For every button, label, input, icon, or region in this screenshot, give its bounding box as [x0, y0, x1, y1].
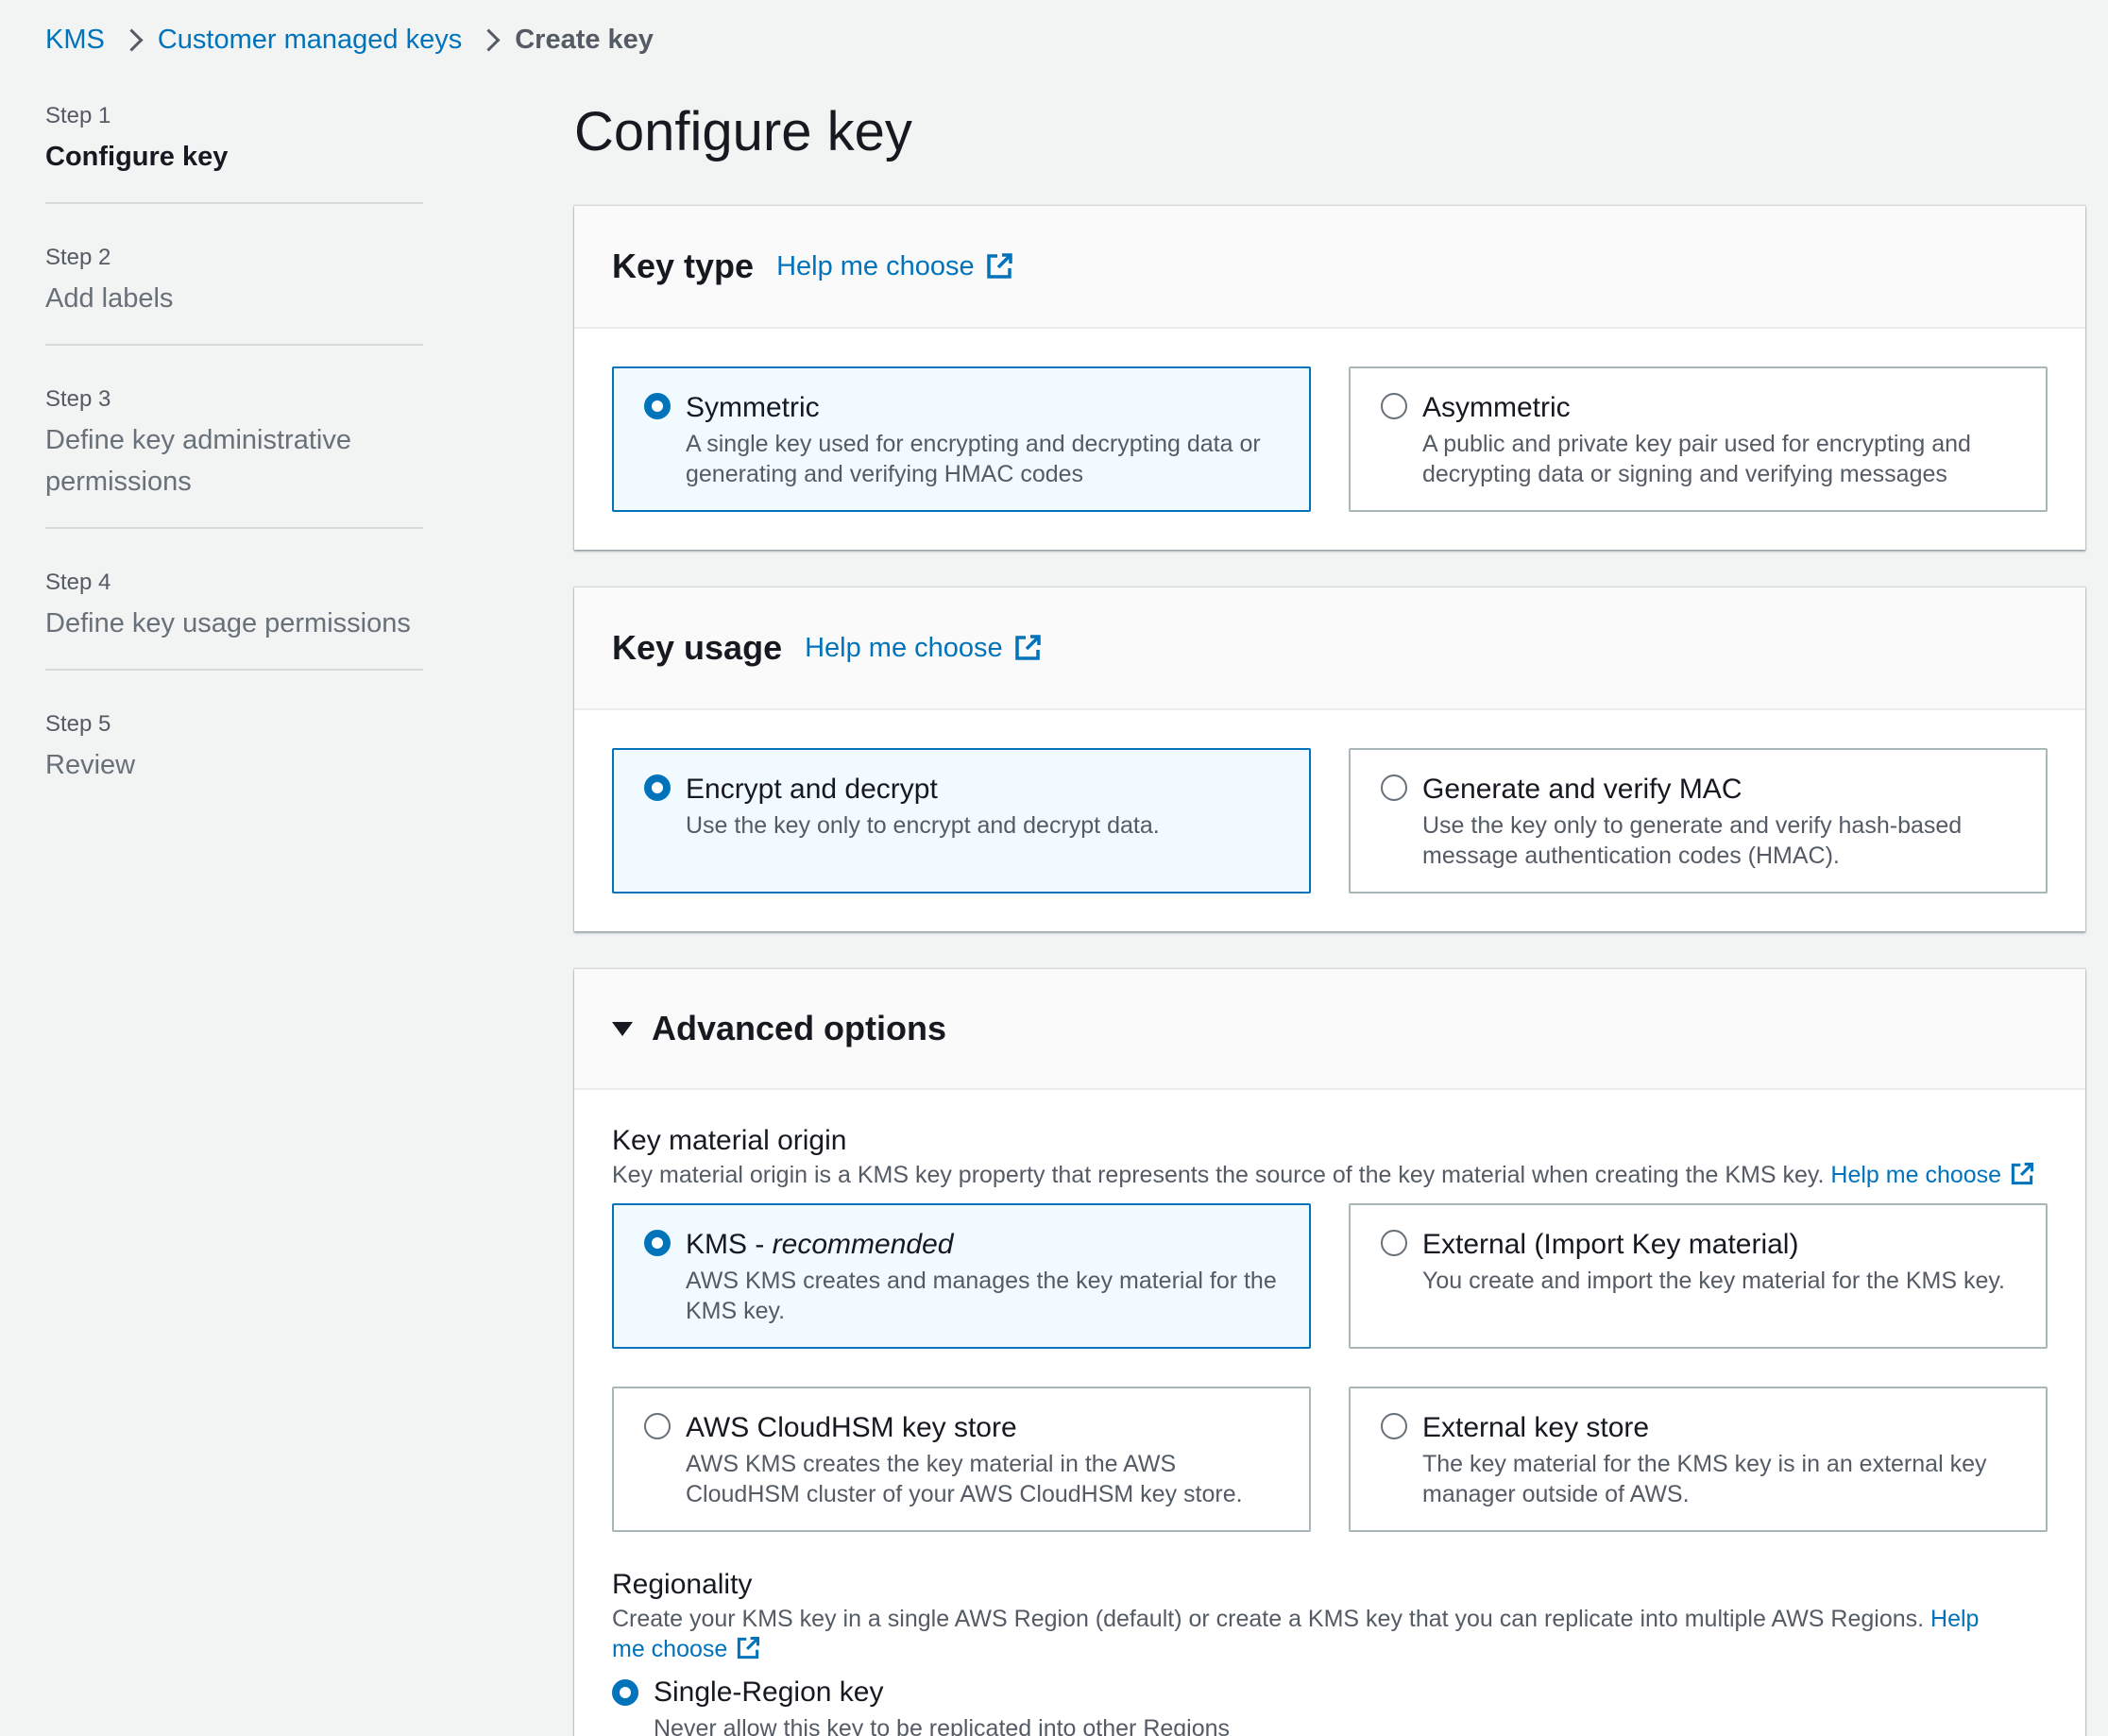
step-number: Step 4: [45, 570, 111, 595]
key-material-origin-description: Key material origin is a KMS key propert…: [612, 1160, 2048, 1190]
option-label: External (Import Key material): [1422, 1229, 1799, 1260]
key-type-asymmetric-tile[interactable]: Asymmetric A public and private key pair…: [1349, 366, 2048, 512]
advanced-options-title[interactable]: Advanced options: [652, 1009, 946, 1048]
caret-down-icon[interactable]: [612, 1021, 633, 1036]
option-label-main: KMS -: [686, 1229, 773, 1260]
option-description: A public and private key pair used for e…: [1422, 431, 1971, 487]
external-link-icon: [2011, 1162, 2034, 1185]
step-number: Step 2: [45, 245, 111, 270]
breadcrumb-kms[interactable]: KMS: [45, 21, 105, 59]
help-link-label: Help me choose: [776, 250, 975, 281]
radio-unchecked-icon[interactable]: [1381, 393, 1407, 419]
help-link-label: Help me choose: [805, 632, 1003, 663]
chevron-right-icon: [105, 21, 158, 59]
radio-unchecked-icon[interactable]: [1381, 1413, 1407, 1439]
key-material-origin-field: Key material origin Key material origin …: [574, 1090, 2085, 1190]
key-usage-title: Key usage: [612, 628, 783, 667]
key-usage-encrypt-decrypt-tile[interactable]: Encrypt and decrypt Use the key only to …: [612, 748, 1311, 894]
regionality-field: Regionality Create your KMS key in a sin…: [574, 1532, 2085, 1736]
create-key-page: KMS Customer managed keys Create key Ste…: [0, 0, 2108, 1736]
chevron-right-icon: [462, 21, 515, 59]
key-material-origin-label: Key material origin: [612, 1125, 847, 1156]
wizard-step-2: Step 2 Add labels: [45, 236, 423, 346]
option-label: Single-Region key: [654, 1676, 884, 1708]
origin-cloudhsm-tile[interactable]: AWS CloudHSM key store AWS KMS creates t…: [612, 1387, 1311, 1532]
radio-checked-icon[interactable]: [644, 393, 671, 419]
step-number: Step 3: [45, 386, 111, 412]
option-label: Symmetric: [686, 392, 820, 423]
wizard-step-3: Step 3 Define key administrative permiss…: [45, 378, 423, 529]
option-label: Encrypt and decrypt: [686, 774, 938, 805]
key-type-panel: Key type Help me choose Symmetric A sing…: [574, 206, 2085, 550]
origin-external-key-store-tile[interactable]: External key store The key material for …: [1349, 1387, 2048, 1532]
radio-unchecked-icon[interactable]: [644, 1413, 671, 1439]
option-label: Generate and verify MAC: [1422, 774, 1742, 805]
key-usage-options: Encrypt and decrypt Use the key only to …: [574, 710, 2085, 894]
option-label: Asymmetric: [1422, 392, 1571, 423]
option-description: AWS KMS creates the key material in the …: [686, 1451, 1243, 1507]
option-label: AWS CloudHSM key store: [686, 1412, 1017, 1443]
key-type-header: Key type Help me choose: [574, 206, 2085, 329]
option-description: Use the key only to generate and verify …: [1422, 812, 1963, 869]
wizard-step-1: Step 1 Configure key: [45, 94, 423, 204]
origin-external-import-tile[interactable]: External (Import Key material) You creat…: [1349, 1203, 2048, 1349]
external-link-icon: [986, 253, 1012, 279]
step-title-usage-permissions: Define key usage permissions: [45, 608, 411, 638]
key-usage-help-link[interactable]: Help me choose: [805, 633, 1043, 664]
option-description: You create and import the key material f…: [1422, 1268, 2005, 1294]
option-label: External key store: [1422, 1412, 1650, 1443]
option-description: Use the key only to encrypt and decrypt …: [686, 812, 1160, 839]
key-material-origin-help-link[interactable]: Help me choose: [1830, 1162, 2035, 1188]
advanced-options-panel: Advanced options Key material origin Key…: [574, 969, 2085, 1736]
regionality-description: Create your KMS key in a single AWS Regi…: [612, 1604, 1991, 1664]
key-usage-panel: Key usage Help me choose Encrypt and dec…: [574, 587, 2085, 931]
help-link-label: Help me choose: [1830, 1162, 2002, 1188]
wizard-steps: Step 1 Configure key Step 2 Add labels S…: [45, 94, 423, 842]
step-title-configure-key: Configure key: [45, 142, 229, 172]
regionality-single-region-option[interactable]: Single-Region key Never allow this key t…: [612, 1674, 1991, 1736]
option-description: AWS KMS creates and manages the key mate…: [686, 1268, 1277, 1324]
key-type-symmetric-tile[interactable]: Symmetric A single key used for encrypti…: [612, 366, 1311, 512]
option-description: A single key used for encrypting and dec…: [686, 431, 1261, 487]
radio-checked-icon[interactable]: [644, 774, 671, 801]
key-type-help-link[interactable]: Help me choose: [776, 251, 1014, 282]
option-description: The key material for the KMS key is in a…: [1422, 1451, 1987, 1507]
page-title: Configure key: [574, 101, 912, 162]
wizard-step-4: Step 4 Define key usage permissions: [45, 561, 423, 671]
key-usage-header: Key usage Help me choose: [574, 587, 2085, 710]
key-material-origin-options-row-2: AWS CloudHSM key store AWS KMS creates t…: [574, 1349, 2085, 1532]
key-material-origin-options-row-1: KMS - recommended AWS KMS creates and ma…: [574, 1190, 2085, 1349]
step-title-review: Review: [45, 750, 136, 780]
description-text: Create your KMS key in a single AWS Regi…: [612, 1606, 1925, 1632]
external-link-icon: [1014, 635, 1041, 660]
radio-unchecked-icon[interactable]: [1381, 1230, 1407, 1256]
radio-checked-icon[interactable]: [612, 1679, 638, 1706]
step-number: Step 1: [45, 103, 111, 128]
advanced-options-header[interactable]: Advanced options: [574, 969, 2085, 1090]
key-usage-generate-verify-mac-tile[interactable]: Generate and verify MAC Use the key only…: [1349, 748, 2048, 894]
description-text: Key material origin is a KMS key propert…: [612, 1162, 1825, 1188]
option-label-recommended: recommended: [772, 1229, 954, 1260]
origin-kms-tile[interactable]: KMS - recommended AWS KMS creates and ma…: [612, 1203, 1311, 1349]
radio-checked-icon[interactable]: [644, 1230, 671, 1256]
breadcrumb: KMS Customer managed keys Create key: [45, 21, 654, 59]
radio-unchecked-icon[interactable]: [1381, 774, 1407, 801]
option-label: KMS - recommended: [686, 1226, 1281, 1264]
wizard-step-5: Step 5 Review: [45, 703, 423, 810]
regionality-label: Regionality: [612, 1569, 753, 1600]
key-type-options: Symmetric A single key used for encrypti…: [574, 329, 2085, 512]
breadcrumb-customer-managed-keys[interactable]: Customer managed keys: [158, 21, 462, 59]
breadcrumb-create-key: Create key: [515, 25, 654, 55]
external-link-icon: [738, 1636, 760, 1659]
option-description: Never allow this key to be replicated in…: [654, 1715, 1231, 1736]
step-title-add-labels: Add labels: [45, 283, 174, 314]
key-type-title: Key type: [612, 247, 755, 285]
step-title-admin-permissions: Define key administrative permissions: [45, 425, 351, 497]
step-number: Step 5: [45, 711, 111, 737]
